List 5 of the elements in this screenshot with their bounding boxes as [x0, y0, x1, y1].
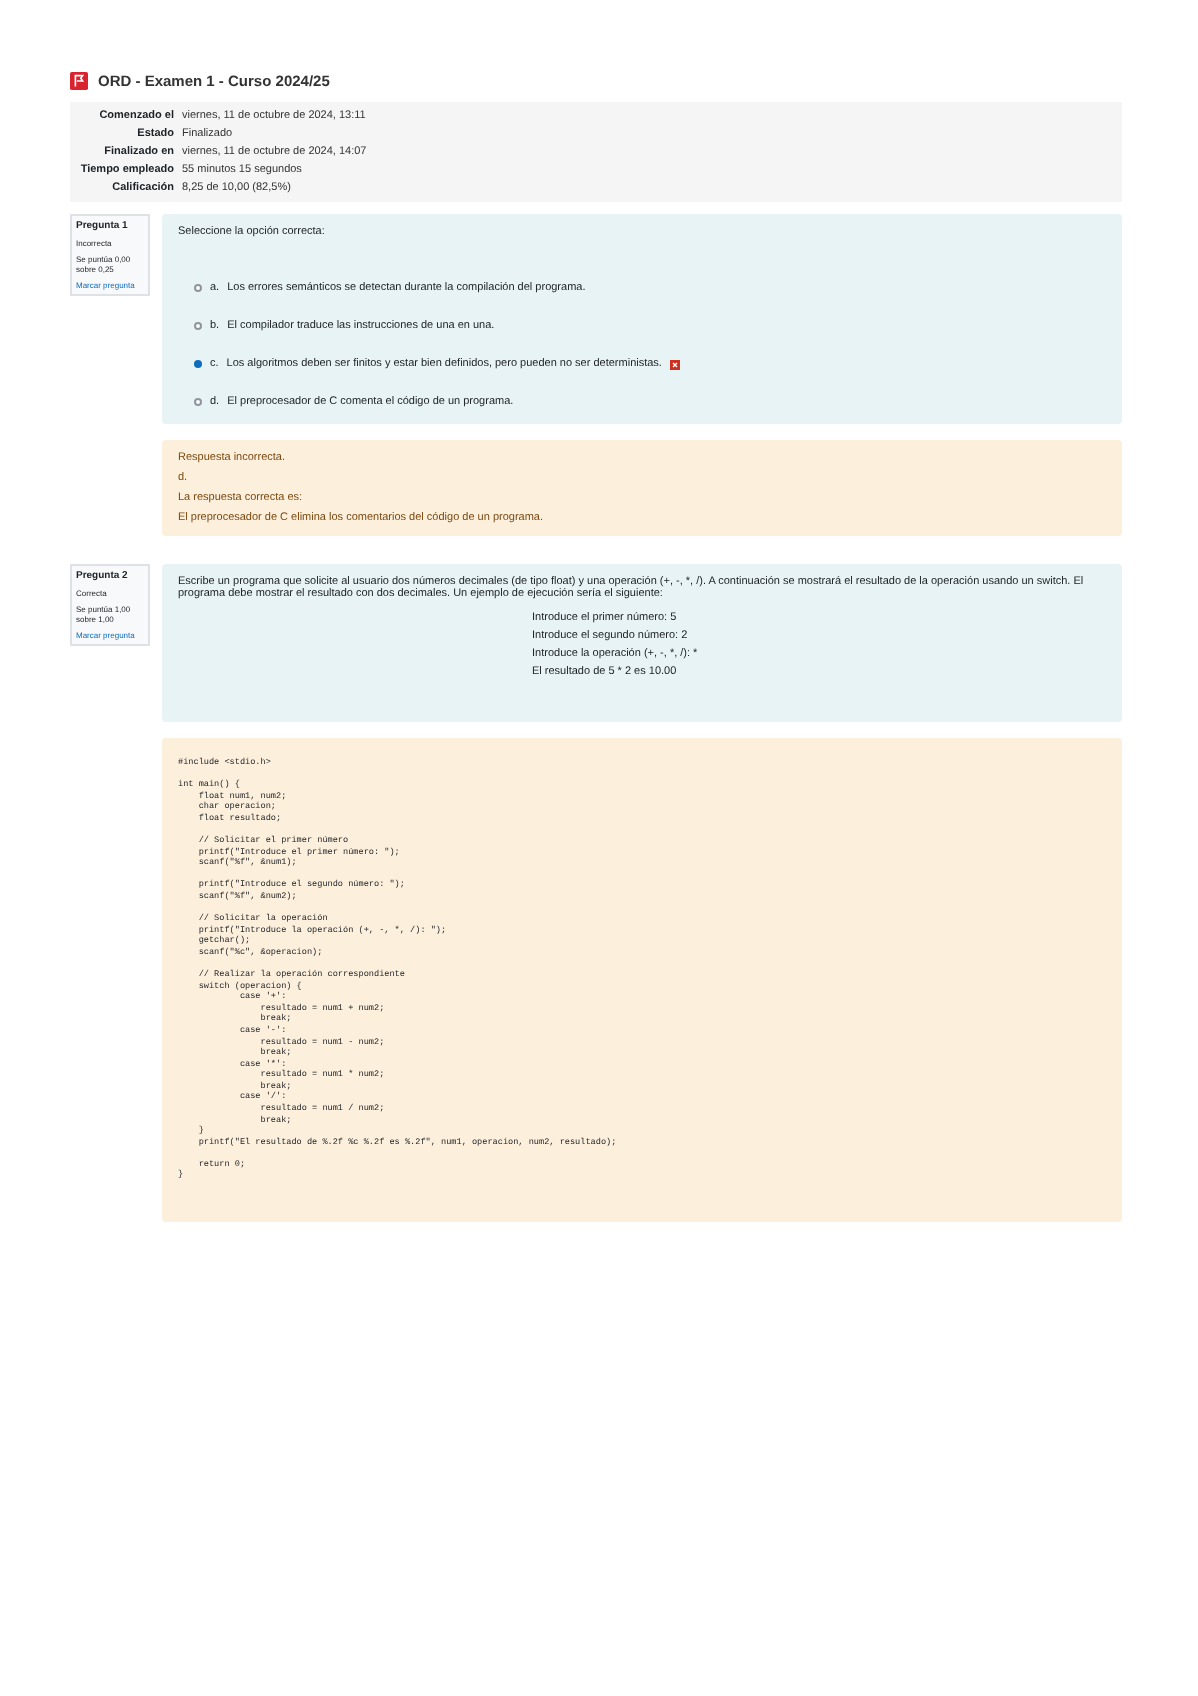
- radio-button[interactable]: [194, 360, 202, 368]
- radio-button[interactable]: [194, 398, 202, 406]
- radio-button[interactable]: [194, 322, 202, 330]
- radio-button[interactable]: [194, 284, 202, 292]
- app-logo-icon: [70, 72, 88, 90]
